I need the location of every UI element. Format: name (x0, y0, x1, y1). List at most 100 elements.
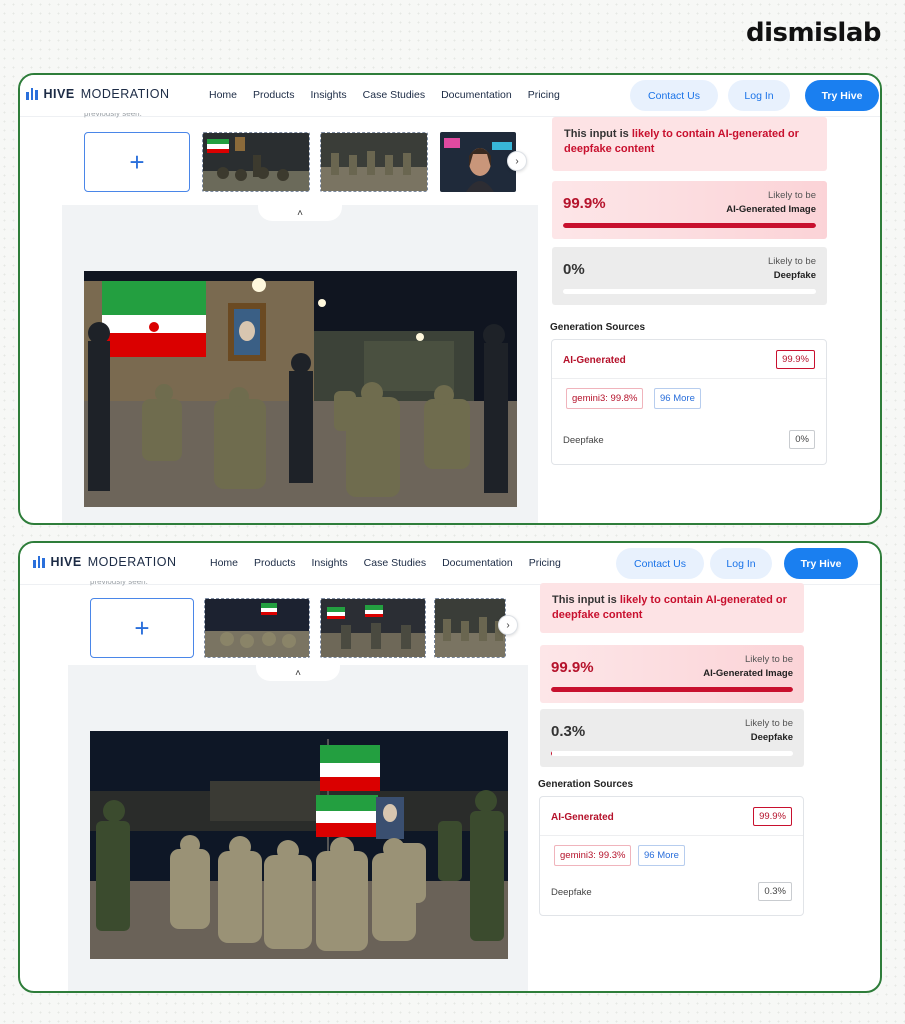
screenshot-panel-1: HIVE MODERATION Home Products Insights Ca… (18, 73, 882, 525)
ai-generated-badge: 99.9% (776, 350, 815, 369)
ai-generated-label: AI-Generated (563, 355, 626, 366)
menu-insights[interactable]: Insights (311, 557, 347, 569)
carousel-next-button[interactable]: › (507, 151, 527, 171)
ai-caption-line2: AI-Generated Image (703, 668, 793, 679)
plus-icon: + (129, 146, 145, 177)
deepfake-score-value: 0% (563, 261, 585, 278)
alert-prefix: This input is (552, 594, 620, 606)
generation-sources-title: Generation Sources (550, 322, 646, 333)
deepfake-caption-line1: Likely to be (767, 256, 816, 267)
ai-generated-score-card: 99.9% Likely to be AI-Generated Image (552, 181, 827, 239)
main-menu: Home Products Insights Case Studies Docu… (209, 89, 576, 101)
try-hive-button[interactable]: Try Hive (784, 548, 858, 579)
model-chip-gemini3[interactable]: gemini3: 99.8% (566, 388, 644, 409)
analyzed-image (90, 731, 508, 959)
collapse-toggle[interactable]: ˄ (258, 205, 342, 221)
carousel-next-button[interactable]: › (498, 615, 518, 635)
menu-pricing[interactable]: Pricing (528, 89, 560, 101)
ai-caption-line1: Likely to be (744, 654, 793, 665)
logo-moderation-text: MODERATION (80, 87, 170, 101)
logo-hive-text: HIVE (43, 87, 75, 101)
menu-home[interactable]: Home (210, 557, 238, 569)
contact-us-button[interactable]: Contact Us (616, 548, 704, 579)
thumbnail-3[interactable] (434, 598, 506, 658)
deepfake-caption-line2: Deepfake (750, 732, 793, 743)
deepfake-score-bar (563, 289, 816, 294)
generation-sources-title: Generation Sources (538, 779, 634, 790)
thumbnail-image (321, 599, 425, 657)
more-sources-chip[interactable]: 96 More (638, 845, 685, 866)
logo-moderation-text: MODERATION (87, 555, 177, 569)
upload-button[interactable]: + (90, 598, 194, 658)
analyzed-image-illustration (90, 731, 508, 959)
menu-case-studies[interactable]: Case Studies (363, 89, 425, 101)
hive-logo[interactable]: HIVE MODERATION (33, 555, 176, 569)
menu-products[interactable]: Products (254, 557, 295, 569)
truncated-caption: previously seen. (84, 113, 142, 118)
dismislab-logo: dismislab (745, 18, 882, 48)
thumbnail-2[interactable] (320, 598, 426, 658)
menu-documentation[interactable]: Documentation (442, 557, 513, 569)
thumbnail-image (203, 133, 309, 191)
upload-button[interactable]: + (84, 132, 190, 192)
thumbnail-3[interactable] (440, 132, 516, 192)
hive-logo[interactable]: HIVE MODERATION (26, 87, 169, 101)
log-in-button[interactable]: Log In (710, 548, 772, 579)
truncated-caption: previously seen. (90, 581, 148, 586)
ai-score-caption: Likely to be AI-Generated Image (726, 189, 816, 217)
deepfake-score-bar-fill (551, 751, 552, 756)
contact-us-button[interactable]: Contact Us (630, 80, 718, 111)
thumbnail-image (205, 599, 309, 657)
plus-icon: + (134, 612, 150, 643)
chevron-right-icon: › (515, 155, 519, 167)
analyzed-image (84, 271, 517, 507)
deepfake-badge: 0% (789, 430, 815, 449)
divider (552, 378, 826, 379)
menu-pricing[interactable]: Pricing (529, 557, 561, 569)
ai-score-value: 99.9% (551, 659, 594, 676)
ai-score-bar-fill (563, 223, 816, 228)
thumbnail-1[interactable] (202, 132, 310, 192)
ai-caption-line1: Likely to be (767, 190, 816, 201)
ai-generated-score-card: 99.9% Likely to be AI-Generated Image (540, 645, 804, 703)
generation-sources-box: AI-Generated 99.9% gemini3: 99.3% 96 Mor… (539, 796, 804, 916)
thumbnail-1[interactable] (204, 598, 310, 658)
deepfake-score-card: 0.3% Likely to be Deepfake (540, 709, 804, 767)
main-menu: Home Products Insights Case Studies Docu… (210, 557, 577, 569)
menu-case-studies[interactable]: Case Studies (364, 557, 426, 569)
thumbnail-2[interactable] (320, 132, 428, 192)
thumbnail-image (435, 599, 505, 657)
more-sources-chip[interactable]: 96 More (654, 388, 701, 409)
ai-caption-line2: AI-Generated Image (726, 204, 816, 215)
deepfake-caption-line2: Deepfake (773, 270, 816, 281)
thumbnail-image (321, 133, 427, 191)
hive-logo-icon (26, 88, 38, 100)
ai-score-bar (563, 223, 816, 228)
chevron-up-icon: ˄ (297, 207, 303, 219)
thumbnail-image (440, 132, 516, 192)
menu-products[interactable]: Products (253, 89, 294, 101)
model-chip-gemini3[interactable]: gemini3: 99.3% (554, 845, 632, 866)
try-hive-button[interactable]: Try Hive (805, 80, 879, 111)
top-nav: HIVE MODERATION Home Products Insights Ca… (20, 543, 880, 585)
collapse-toggle[interactable]: ˄ (256, 665, 340, 681)
deepfake-label: Deepfake (563, 435, 604, 446)
logo-hive-text: HIVE (50, 555, 82, 569)
menu-home[interactable]: Home (209, 89, 237, 101)
menu-insights[interactable]: Insights (310, 89, 346, 101)
top-nav: HIVE MODERATION Home Products Insights Ca… (20, 75, 880, 117)
deepfake-label: Deepfake (551, 887, 592, 898)
ai-generated-label: AI-Generated (551, 812, 614, 823)
deepfake-caption-line1: Likely to be (744, 718, 793, 729)
chevron-right-icon: › (506, 619, 510, 631)
ai-score-bar-fill (551, 687, 793, 692)
ai-score-value: 99.9% (563, 195, 606, 212)
generation-sources-box: AI-Generated 99.9% gemini3: 99.8% 96 Mor… (551, 339, 827, 465)
chevron-up-icon: ˄ (295, 667, 301, 679)
screenshot-panel-2: HIVE MODERATION Home Products Insights Ca… (18, 541, 882, 993)
detection-alert: This input is likely to contain AI-gener… (540, 583, 804, 633)
log-in-button[interactable]: Log In (728, 80, 790, 111)
menu-documentation[interactable]: Documentation (441, 89, 512, 101)
deepfake-score-caption: Likely to be Deepfake (745, 717, 793, 745)
divider (540, 835, 803, 836)
